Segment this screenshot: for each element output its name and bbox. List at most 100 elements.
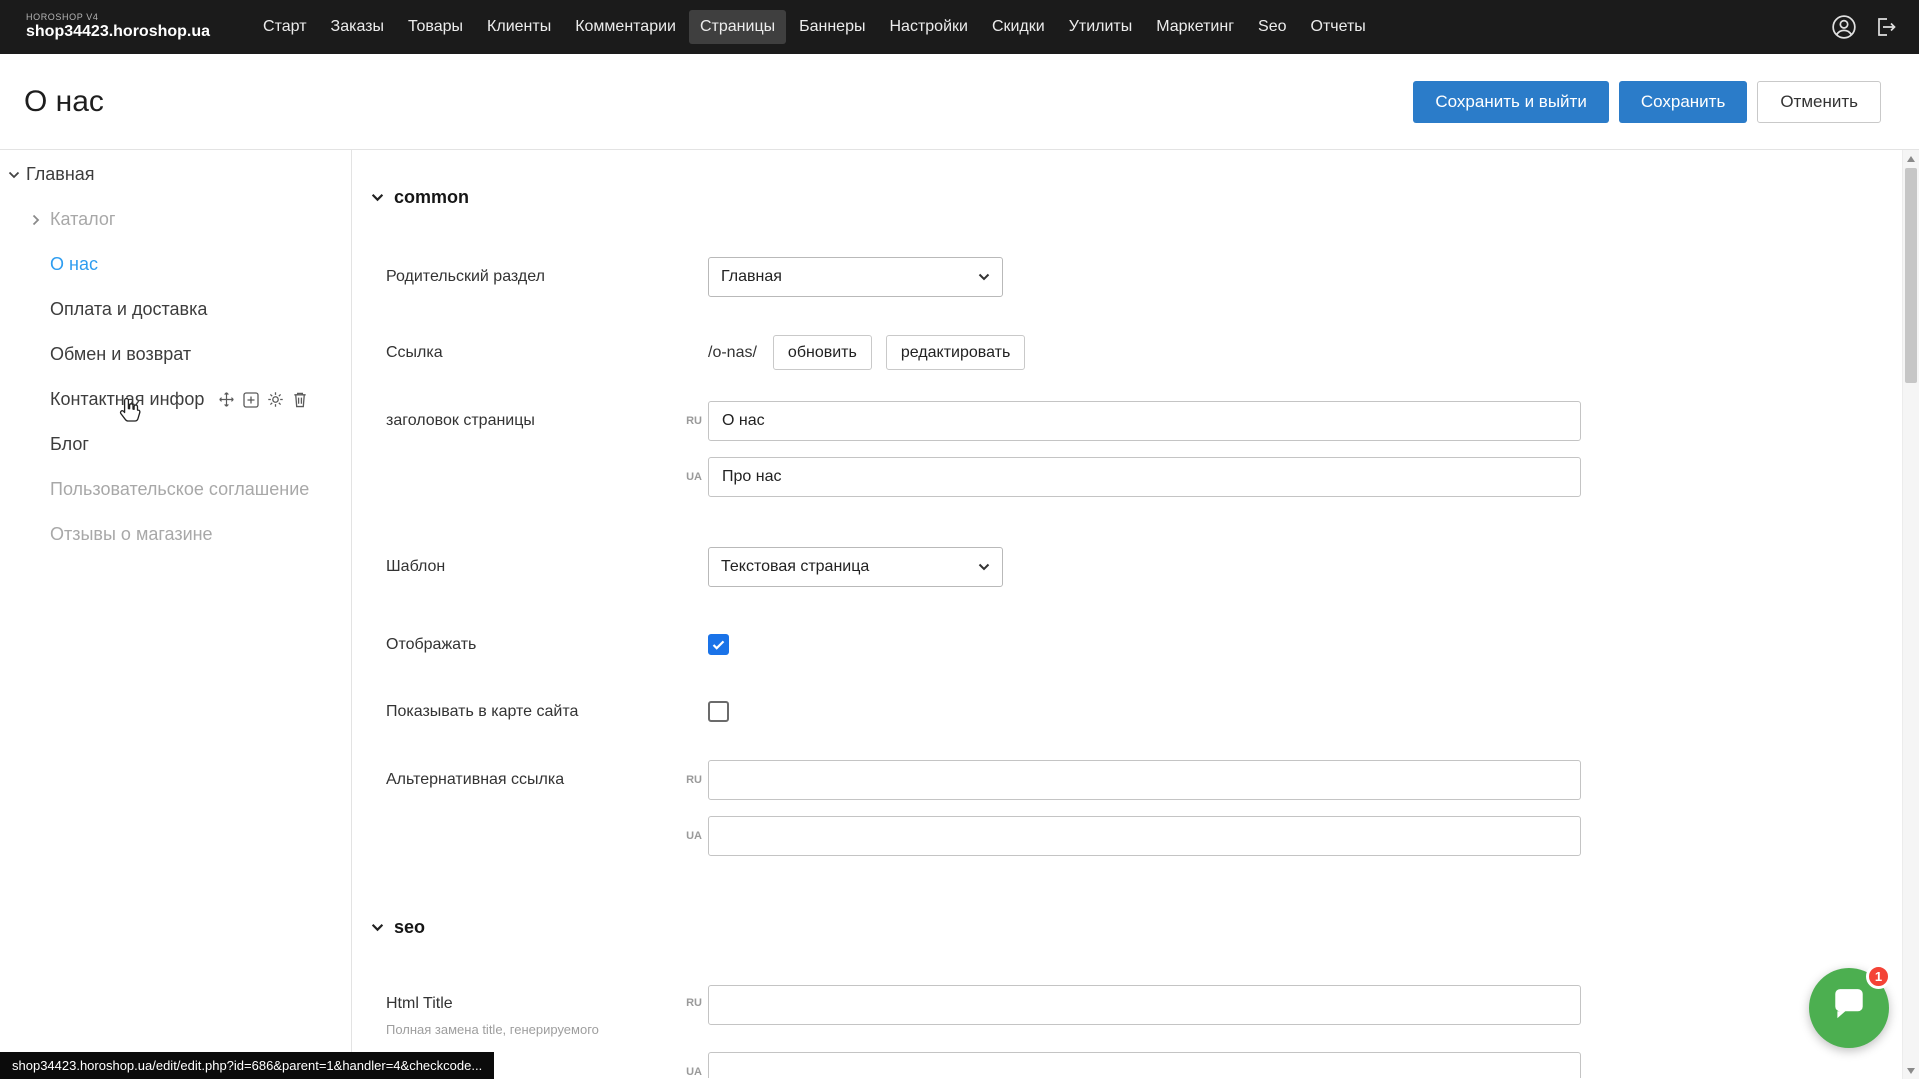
chevron-down-icon xyxy=(371,193,384,202)
account-icon[interactable] xyxy=(1831,14,1857,40)
tree-item-label: Отзывы о магазине xyxy=(50,524,213,545)
select-value: Главная xyxy=(721,268,782,286)
brand-version: HOROSHOP V4 xyxy=(26,13,210,23)
field-parent-section: Родительский раздел Главная xyxy=(371,257,1919,297)
tree-item-label: Пользовательское соглашение xyxy=(50,479,309,500)
nav-marketing[interactable]: Маркетинг xyxy=(1145,10,1245,44)
field-hint: Полная замена title, генерируемого xyxy=(386,1022,672,1037)
chevron-right-icon[interactable] xyxy=(32,214,44,226)
nav-seo[interactable]: Seo xyxy=(1247,10,1297,44)
page-title-ru-input[interactable] xyxy=(708,401,1581,441)
tree-item-label: Главная xyxy=(26,164,95,185)
tree-item-oplata-i-dostavka[interactable]: Оплата и доставка xyxy=(0,287,351,332)
nav-orders[interactable]: Заказы xyxy=(320,10,395,44)
field-label: заголовок страницы xyxy=(386,412,672,430)
scroll-up-arrow[interactable] xyxy=(1903,150,1919,167)
edit-form: common Родительский раздел Главная Ссылк… xyxy=(352,150,1919,1078)
delete-icon[interactable] xyxy=(292,391,308,408)
pages-tree-sidebar: Главная Каталог О нас Оплата и доставка … xyxy=(0,150,352,1078)
field-html-title-ru: Html Title Полная замена title, генериру… xyxy=(371,985,1919,1037)
field-label: Показывать в карте сайта xyxy=(386,703,672,721)
nav-comments[interactable]: Комментарии xyxy=(564,10,687,44)
vertical-scrollbar[interactable] xyxy=(1902,150,1919,1079)
move-icon[interactable] xyxy=(218,391,235,408)
sitemap-checkbox[interactable] xyxy=(708,701,729,722)
scrollbar-thumb[interactable] xyxy=(1905,168,1917,383)
lang-badge-ru: RU xyxy=(672,774,702,786)
add-icon[interactable] xyxy=(243,392,259,408)
field-label: Ссылка xyxy=(386,344,672,362)
nav-settings[interactable]: Настройки xyxy=(878,10,978,44)
field-page-title-ru: заголовок страницы RU xyxy=(371,401,1919,441)
chevron-down-icon xyxy=(978,268,990,286)
field-label: Отображать xyxy=(386,636,672,654)
tree-item-katalog[interactable]: Каталог xyxy=(0,197,351,242)
chevron-down-icon[interactable] xyxy=(8,171,20,179)
field-link: Ссылка /o-nas/ обновить редактировать xyxy=(371,335,1919,370)
brand-domain: shop34423.horoshop.ua xyxy=(26,23,210,41)
tree-item-label: Обмен и возврат xyxy=(50,344,191,365)
lang-badge-ua: UA xyxy=(672,1066,702,1078)
nav-pages[interactable]: Страницы xyxy=(689,10,786,44)
tree-item-o-nas[interactable]: О нас xyxy=(0,242,351,287)
status-url: shop34423.horoshop.ua/edit/edit.php?id=6… xyxy=(12,1058,482,1073)
logout-icon[interactable] xyxy=(1873,15,1897,39)
tree-item-obmen-i-vozvrat[interactable]: Обмен и возврат xyxy=(0,332,351,377)
tree-item-glavnaya[interactable]: Главная xyxy=(0,152,351,197)
field-label: Альтернативная ссылка xyxy=(386,771,672,789)
link-status-bar: shop34423.horoshop.ua/edit/edit.php?id=6… xyxy=(0,1052,494,1079)
nav-start[interactable]: Старт xyxy=(252,10,317,44)
field-alt-link-ua: UA xyxy=(371,816,1919,856)
alt-link-ua-input[interactable] xyxy=(708,816,1581,856)
page-title: О нас xyxy=(24,85,104,119)
scroll-down-arrow[interactable] xyxy=(1903,1062,1919,1079)
tree-item-kontaktnaya-informaciya[interactable]: Контактная инфор xyxy=(0,377,351,422)
section-common-toggle[interactable]: common xyxy=(371,186,1919,208)
lang-badge-ru: RU xyxy=(672,415,702,427)
topbar: HOROSHOP V4 shop34423.horoshop.ua Старт … xyxy=(0,0,1919,54)
field-display: Отображать xyxy=(371,634,1919,655)
link-path: /o-nas/ xyxy=(708,344,757,362)
html-title-ua-input[interactable] xyxy=(708,1052,1581,1078)
top-navigation: Старт Заказы Товары Клиенты Комментарии … xyxy=(252,10,1831,44)
chevron-down-icon xyxy=(978,558,990,576)
lang-badge-ua: UA xyxy=(672,830,702,842)
nav-utilities[interactable]: Утилиты xyxy=(1058,10,1144,44)
save-button[interactable]: Сохранить xyxy=(1619,81,1747,123)
lang-badge-ua: UA xyxy=(672,471,702,483)
settings-icon[interactable] xyxy=(267,391,284,408)
tree-item-label: Блог xyxy=(50,434,89,455)
cancel-button[interactable]: Отменить xyxy=(1757,81,1881,123)
chevron-down-icon xyxy=(371,923,384,932)
header-actions: Сохранить и выйти Сохранить Отменить xyxy=(1413,81,1881,123)
nav-banners[interactable]: Баннеры xyxy=(788,10,876,44)
section-title: common xyxy=(394,187,469,208)
chat-widget-button[interactable]: 1 xyxy=(1809,968,1889,1048)
tree-item-polzovatelskoe-soglashenie[interactable]: Пользовательское соглашение xyxy=(0,467,351,512)
link-edit-button[interactable]: редактировать xyxy=(886,335,1025,370)
lang-badge-ru: RU xyxy=(672,985,702,1009)
field-label: Шаблон xyxy=(386,558,672,576)
section-seo-toggle[interactable]: seo xyxy=(371,916,1919,938)
nav-clients[interactable]: Клиенты xyxy=(476,10,562,44)
body: Главная Каталог О нас Оплата и доставка … xyxy=(0,149,1919,1078)
nav-discounts[interactable]: Скидки xyxy=(981,10,1056,44)
field-template: Шаблон Текстовая страница xyxy=(371,547,1919,587)
brand: HOROSHOP V4 shop34423.horoshop.ua xyxy=(26,13,210,40)
save-and-exit-button[interactable]: Сохранить и выйти xyxy=(1413,81,1608,123)
tree-item-label: Оплата и доставка xyxy=(50,299,207,320)
html-title-ru-input[interactable] xyxy=(708,985,1581,1025)
parent-section-select[interactable]: Главная xyxy=(708,257,1003,297)
alt-link-ru-input[interactable] xyxy=(708,760,1581,800)
page-title-ua-input[interactable] xyxy=(708,457,1581,497)
tree-item-otzyvy-o-magazine[interactable]: Отзывы о магазине xyxy=(0,512,351,557)
nav-products[interactable]: Товары xyxy=(397,10,474,44)
link-refresh-button[interactable]: обновить xyxy=(773,335,872,370)
display-checkbox[interactable] xyxy=(708,634,729,655)
page-header: О нас Сохранить и выйти Сохранить Отмени… xyxy=(0,54,1919,149)
tree-item-blog[interactable]: Блог xyxy=(0,422,351,467)
tree-item-label: Контактная инфор xyxy=(50,389,204,410)
nav-reports[interactable]: Отчеты xyxy=(1300,10,1377,44)
field-html-title-ua: UA xyxy=(371,1052,1919,1078)
template-select[interactable]: Текстовая страница xyxy=(708,547,1003,587)
